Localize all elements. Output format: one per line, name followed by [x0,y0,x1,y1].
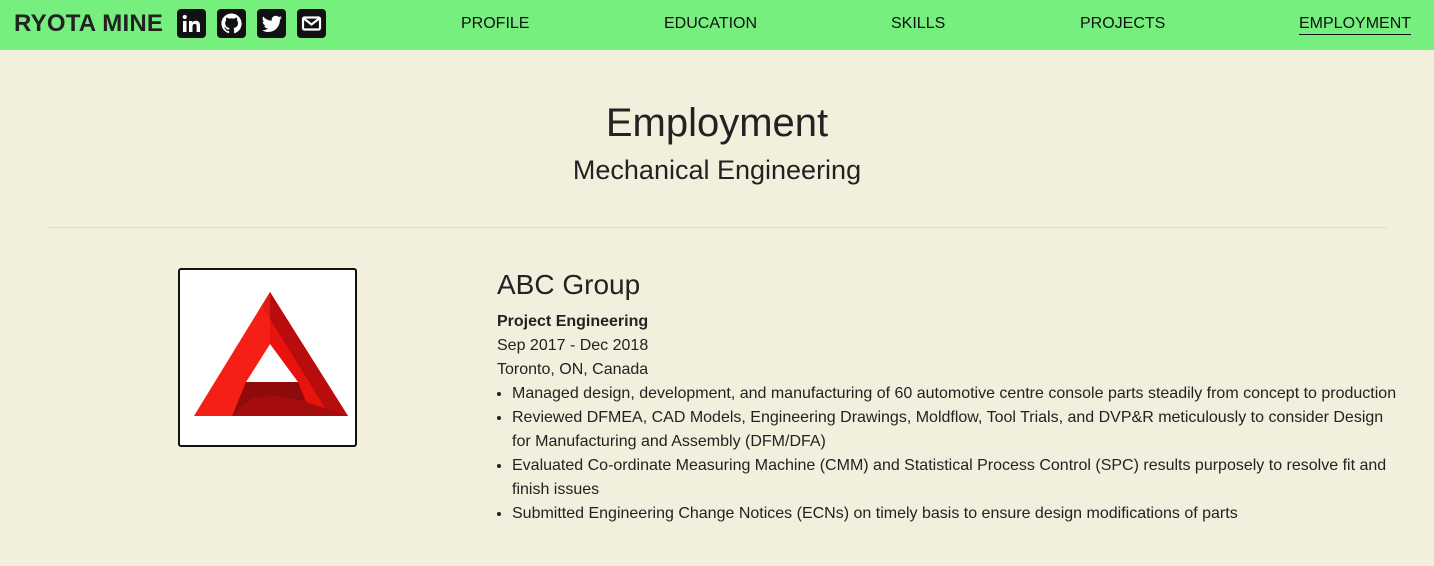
linkedin-icon[interactable] [177,9,206,38]
duty-item: Evaluated Co-ordinate Measuring Machine … [512,454,1397,502]
nav-employment[interactable]: EMPLOYMENT [1299,14,1412,35]
job-location: Toronto, ON, Canada [497,361,649,378]
section-divider [47,227,1387,228]
abc-triangle-logo [194,292,348,416]
page-title: Employment [605,101,829,145]
company-name: ABC Group [497,269,641,300]
duty-item: Managed design, development, and manufac… [512,382,1397,406]
job-entry: ABC Group Project Engineering Sep 2017 -… [497,268,1397,526]
nav-skills[interactable]: SKILLS [891,14,945,33]
twitter-icon[interactable] [257,9,286,38]
nav-profile[interactable]: PROFILE [461,14,529,33]
github-icon[interactable] [217,9,246,38]
nav-education[interactable]: EDUCATION [664,14,757,33]
page-subtitle: Mechanical Engineering [572,155,862,185]
job-dates: Sep 2017 - Dec 2018 [497,337,649,354]
top-navbar: RYOTA MINE PROFILE EDUCATION SKILLS PROJ… [0,0,1434,50]
duty-item: Reviewed DFMEA, CAD Models, Engineering … [512,406,1397,454]
job-role: Project Engineering [497,313,649,330]
company-logo [178,268,357,447]
nav-projects[interactable]: PROJECTS [1080,14,1165,33]
brand-name[interactable]: RYOTA MINE [14,10,163,38]
duty-item: Submitted Engineering Change Notices (EC… [512,502,1397,526]
email-icon[interactable] [297,9,326,38]
duties-list: Managed design, development, and manufac… [497,382,1397,526]
